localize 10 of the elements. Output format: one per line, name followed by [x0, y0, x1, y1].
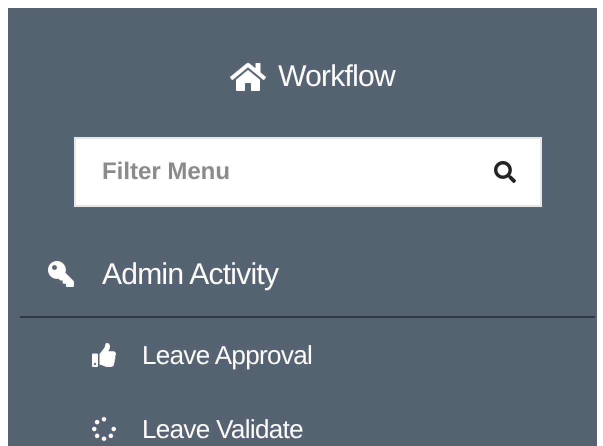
- key-icon: [48, 261, 74, 288]
- menu-item[interactable]: Leave Validate: [92, 412, 597, 446]
- thumbs-up-icon: [92, 343, 116, 367]
- home-icon: [230, 60, 266, 93]
- menu-section[interactable]: Admin Activity: [8, 244, 597, 304]
- spinner-icon: [92, 417, 116, 441]
- search-icon[interactable]: [494, 161, 516, 184]
- app-title: Workflow: [278, 59, 395, 96]
- menu-item[interactable]: Leave Approval: [92, 338, 597, 372]
- filter-field[interactable]: Filter Menu: [74, 137, 542, 207]
